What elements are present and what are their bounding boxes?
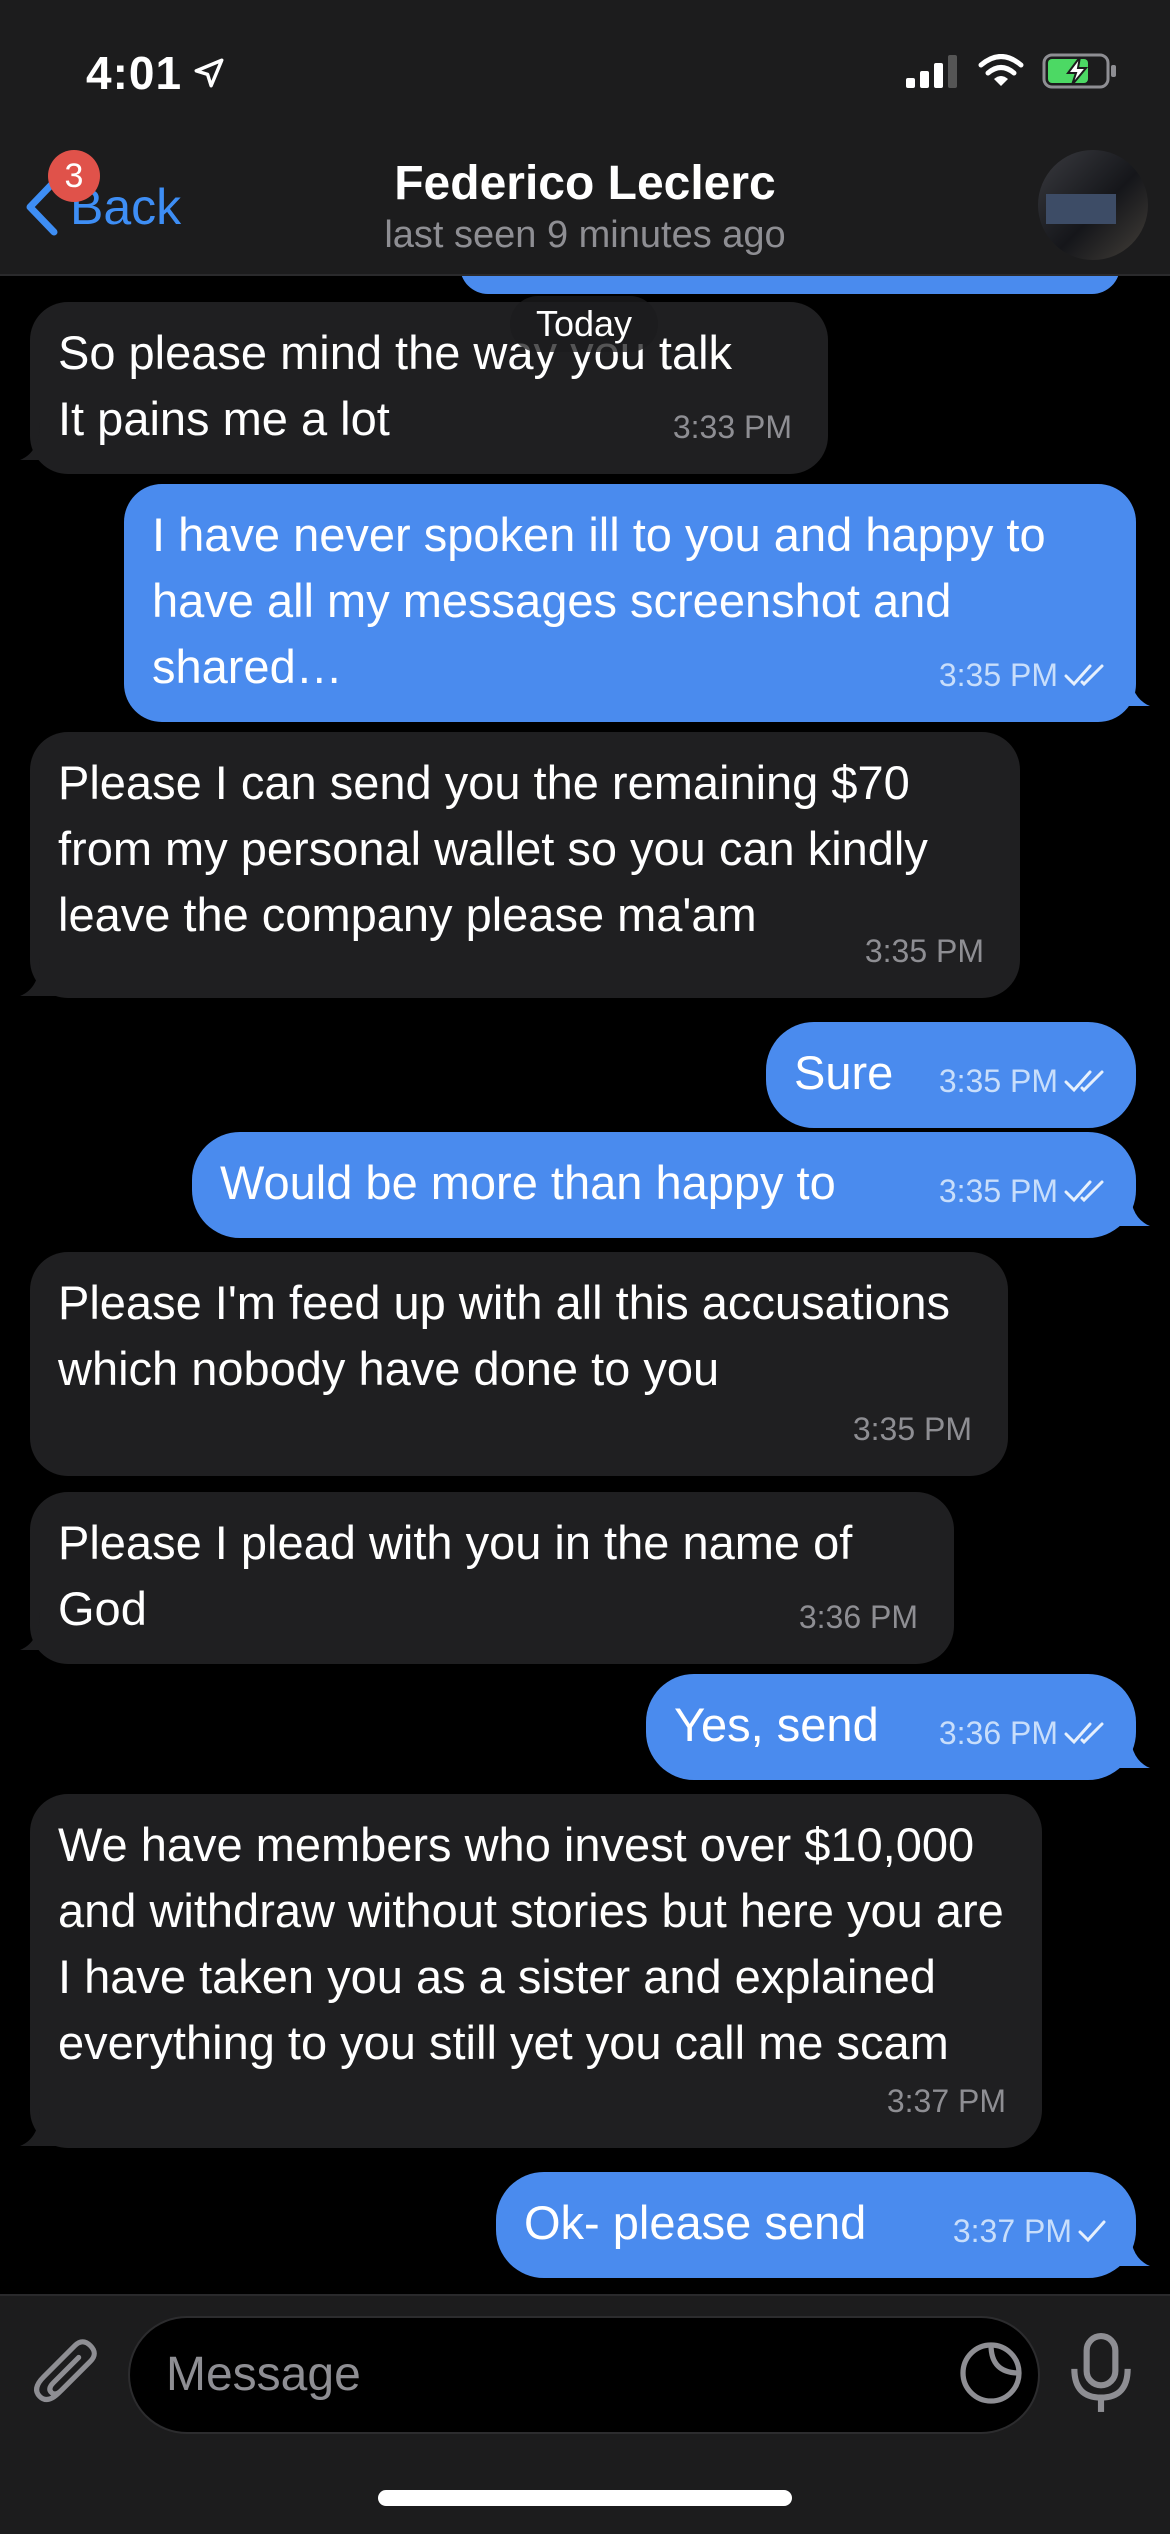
bubble-tail — [1112, 1730, 1150, 1768]
unread-count-badge: 3 — [48, 150, 100, 202]
location-arrow-icon — [194, 58, 224, 88]
message-time: 3:35 PM — [939, 1048, 1108, 1114]
message-text: Ok- please send — [524, 2196, 867, 2249]
message-time: 3:33 PM — [673, 394, 792, 460]
incoming-message[interactable]: Please I'm feed up with all this accusat… — [30, 1252, 1008, 1476]
message-text: I have never spoken ill to you and happy… — [152, 508, 1046, 693]
bubble-tail — [20, 958, 58, 996]
message-time: 3:35 PM — [853, 1396, 972, 1462]
contact-name[interactable]: Federico Leclerc — [0, 156, 1170, 211]
signal-icon — [906, 55, 957, 88]
home-indicator — [378, 2490, 792, 2506]
status-time: 4:01 — [86, 47, 183, 99]
message-text: Sure — [794, 1046, 894, 1099]
message-time: 3:35 PM — [939, 642, 1108, 708]
message-timestamp: 3:35 PM — [864, 933, 984, 969]
message-timestamp: 3:36 PM — [798, 1599, 918, 1635]
message-text: Yes, send — [674, 1698, 879, 1751]
double-check-icon — [1064, 1180, 1104, 1203]
outgoing-message[interactable]: Yes, send 3:36 PM — [646, 1674, 1136, 1780]
message-time: 3:35 PM — [865, 918, 984, 984]
battery-charging-icon — [1042, 53, 1116, 89]
bubble-tail — [20, 422, 58, 460]
check-icon — [1078, 2220, 1106, 2243]
incoming-message[interactable]: Please I can send you the remaining $70 … — [30, 732, 1020, 998]
message-timestamp: 3:35 PM — [938, 1173, 1058, 1209]
double-check-icon — [1064, 1070, 1104, 1093]
message-timestamp: 3:37 PM — [952, 2213, 1072, 2249]
message-time: 3:35 PM — [939, 1158, 1108, 1224]
bubble-tail — [1112, 1188, 1150, 1226]
message-timestamp: 3:37 PM — [886, 2083, 1006, 2119]
double-check-icon — [1064, 1722, 1104, 1745]
incoming-message[interactable]: We have members who invest over $10,000 … — [30, 1794, 1042, 2148]
outgoing-message[interactable]: Sure 3:35 PM — [766, 1022, 1136, 1128]
message-input[interactable]: Message — [128, 2316, 1040, 2434]
message-timestamp: 3:35 PM — [852, 1411, 972, 1447]
top-bar: 4:01 3 Back Federico Leclerc last seen 9 — [0, 0, 1170, 276]
message-time: 3:37 PM — [953, 2198, 1108, 2264]
bubble-tail — [20, 1612, 58, 1650]
message-time: 3:36 PM — [939, 1700, 1108, 1766]
incoming-message[interactable]: So please mind the way you talk It pains… — [30, 302, 828, 474]
message-text: Please I'm feed up with all this accusat… — [58, 1276, 950, 1395]
message-time: 3:36 PM — [799, 1584, 918, 1650]
bubble-tail — [1112, 2228, 1150, 2266]
message-time: 3:37 PM — [887, 2068, 1006, 2134]
message-text: Please I can send you the remaining $70 … — [58, 756, 928, 941]
message-timestamp: 3:33 PM — [672, 409, 792, 445]
message-list[interactable]: Today So please mind the way you talk It… — [0, 276, 1170, 2296]
bubble-tail — [1112, 668, 1150, 706]
contact-avatar[interactable] — [1038, 150, 1148, 260]
double-check-icon — [1064, 664, 1104, 687]
bubble-tail — [20, 2108, 58, 2146]
date-separator: Today — [510, 296, 658, 352]
outgoing-message[interactable]: Ok- please send 3:37 PM — [496, 2172, 1136, 2278]
message-timestamp: 3:36 PM — [938, 1715, 1058, 1751]
message-text: Please I plead with you in the name of G… — [58, 1516, 853, 1635]
outgoing-message[interactable]: Would be more than happy to 3:35 PM — [192, 1132, 1136, 1238]
sticker-icon[interactable] — [956, 2338, 1026, 2408]
status-icons — [906, 52, 1118, 90]
message-text: Would be more than happy to — [220, 1156, 836, 1209]
message-timestamp: 3:35 PM — [938, 1063, 1058, 1099]
microphone-icon[interactable] — [1066, 2332, 1136, 2414]
last-seen-status: last seen 9 minutes ago — [384, 214, 786, 256]
incoming-message[interactable]: Please I plead with you in the name of G… — [30, 1492, 954, 1664]
message-text: We have members who invest over $10,000 … — [58, 1818, 1004, 2069]
paperclip-icon[interactable] — [28, 2334, 106, 2412]
message-timestamp: 3:35 PM — [938, 657, 1058, 693]
avatar-photo-detail — [1046, 194, 1116, 224]
outgoing-message[interactable]: I have never spoken ill to you and happy… — [124, 484, 1136, 722]
previous-outgoing-bubble — [460, 276, 1120, 294]
wifi-icon — [978, 54, 1024, 86]
